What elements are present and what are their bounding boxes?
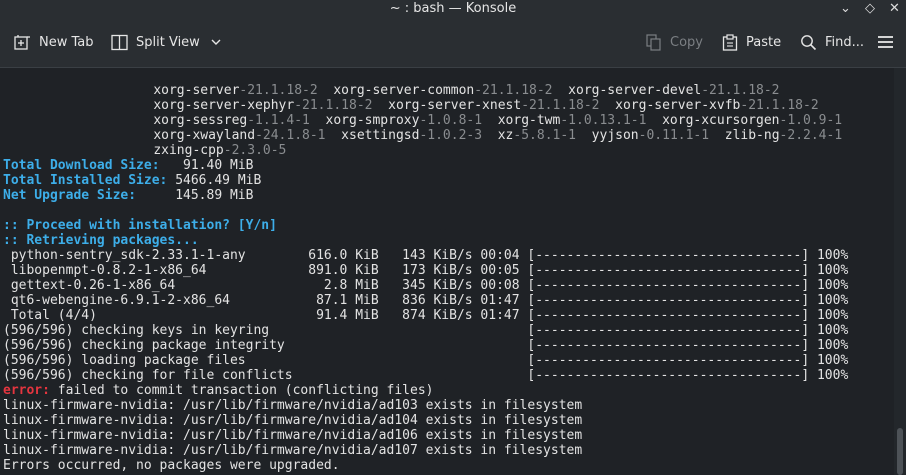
search-icon xyxy=(801,34,817,50)
split-view-icon xyxy=(111,34,128,50)
check-line: (596/596) checking keys in keyring [----… xyxy=(3,323,849,338)
copy-button[interactable]: Copy xyxy=(646,17,703,67)
final-status-line: Errors occurred, no packages were upgrad… xyxy=(3,458,340,473)
error-line: error: failed to commit transaction (con… xyxy=(3,383,433,398)
copy-label: Copy xyxy=(670,34,703,50)
terminal-output[interactable]: xorg-server-21.1.18-2 xorg-server-common… xyxy=(0,68,894,475)
package-row: xorg-xwayland-24.1.8-1 xsettingsd-1.0.2-… xyxy=(122,113,842,143)
package-version: -1.0.2-3 xyxy=(419,128,483,143)
maximize-icon[interactable]: ◇ xyxy=(865,0,875,17)
check-line: (596/596) checking for file conflicts [-… xyxy=(3,368,849,383)
size-value: 145.89 MiB xyxy=(136,188,254,203)
minimize-icon[interactable]: ⌄ xyxy=(840,0,851,17)
toolbar: New Tab Split View Copy Paste Find... xyxy=(0,17,906,68)
hamburger-menu-icon xyxy=(878,36,893,48)
chevron-down-icon[interactable] xyxy=(211,39,221,46)
paste-icon xyxy=(722,33,738,51)
retrieving-line: :: Retrieving packages... xyxy=(3,233,199,248)
package-version: -0.11.1-1 xyxy=(638,128,710,143)
download-total-line: Total (4/4) 91.4 MiB 874 KiB/s 01:47 [--… xyxy=(3,308,849,323)
package-row: xorg-server-xephyr-21.1.18-2 xorg-server… xyxy=(122,83,818,113)
title-bar[interactable]: ~ : bash — Konsole ⌄ ◇ ✕ xyxy=(0,0,906,17)
package-name: yyjson xyxy=(591,128,639,143)
size-label: Net Upgrade Size: xyxy=(3,188,137,203)
paste-button[interactable]: Paste xyxy=(722,17,781,67)
download-size-line: Total Download Size: 91.40 MiB xyxy=(3,158,253,173)
error-prefix: error: xyxy=(3,383,50,398)
error-message: failed to commit transaction (conflictin… xyxy=(49,383,434,398)
upgrade-size-line: Net Upgrade Size: 145.89 MiB xyxy=(3,188,253,203)
size-value: 91.40 MiB xyxy=(159,158,254,173)
conflict-line: linux-firmware-nvidia: /usr/lib/firmware… xyxy=(3,413,583,428)
download-progress-line: python-sentry_sdk-2.33.1-1-any 616.0 KiB… xyxy=(3,248,849,263)
package-version: -5.8.1-1 xyxy=(513,128,577,143)
conflict-line: linux-firmware-nvidia: /usr/lib/firmware… xyxy=(3,443,583,458)
package-row: xorg-server-21.1.18-2 xorg-server-common… xyxy=(122,68,779,98)
download-progress-line: qt6-webengine-6.9.1-2-x86_64 87.1 MiB 83… xyxy=(3,293,849,308)
split-view-label: Split View xyxy=(136,34,200,50)
package-name: zlib-ng xyxy=(724,128,780,143)
package-name: zxing-cpp xyxy=(153,143,224,158)
paste-label: Paste xyxy=(746,34,782,50)
find-button[interactable]: Find... xyxy=(800,17,864,67)
new-tab-button[interactable]: New Tab xyxy=(14,17,94,67)
copy-icon xyxy=(646,33,661,51)
download-progress-line: libopenmpt-0.8.2-1-x86_64 891.0 KiB 173 … xyxy=(3,263,849,278)
package-version: -2.2.4-1 xyxy=(779,128,843,143)
installed-size-line: Total Installed Size: 5466.49 MiB xyxy=(3,173,261,188)
package-row: zxing-cpp-2.3.0-5 xyxy=(122,128,286,158)
hamburger-menu-button[interactable] xyxy=(877,17,894,67)
size-value: 5466.49 MiB xyxy=(167,173,262,188)
split-view-button[interactable]: Split View xyxy=(111,17,221,67)
check-line: (596/596) loading package files [-------… xyxy=(3,353,849,368)
conflict-line: linux-firmware-nvidia: /usr/lib/firmware… xyxy=(3,428,583,443)
window-title: ~ : bash — Konsole xyxy=(389,1,517,16)
package-version: -2.3.0-5 xyxy=(223,143,287,158)
package-row: xorg-sessreg-1.1.4-1 xorg-smproxy-1.0.8-… xyxy=(122,98,842,128)
conflict-line: linux-firmware-nvidia: /usr/lib/firmware… xyxy=(3,398,583,413)
close-icon[interactable]: ✕ xyxy=(889,0,900,17)
find-label: Find... xyxy=(825,34,865,50)
download-progress-line: gettext-0.26-1-x86_64 2.8 MiB 345 KiB/s … xyxy=(3,278,849,293)
size-label: Total Download Size: xyxy=(3,158,160,173)
new-tab-icon xyxy=(14,34,30,50)
package-name: xz xyxy=(497,128,514,143)
new-tab-label: New Tab xyxy=(39,34,94,50)
check-line: (596/596) checking package integrity [--… xyxy=(3,338,849,353)
scrollbar[interactable] xyxy=(894,68,906,475)
size-label: Total Installed Size: xyxy=(3,173,168,188)
proceed-prompt: :: Proceed with installation? [Y/n] xyxy=(3,218,277,233)
scrollbar-thumb[interactable] xyxy=(897,428,903,475)
package-name: xsettingsd xyxy=(341,128,420,143)
